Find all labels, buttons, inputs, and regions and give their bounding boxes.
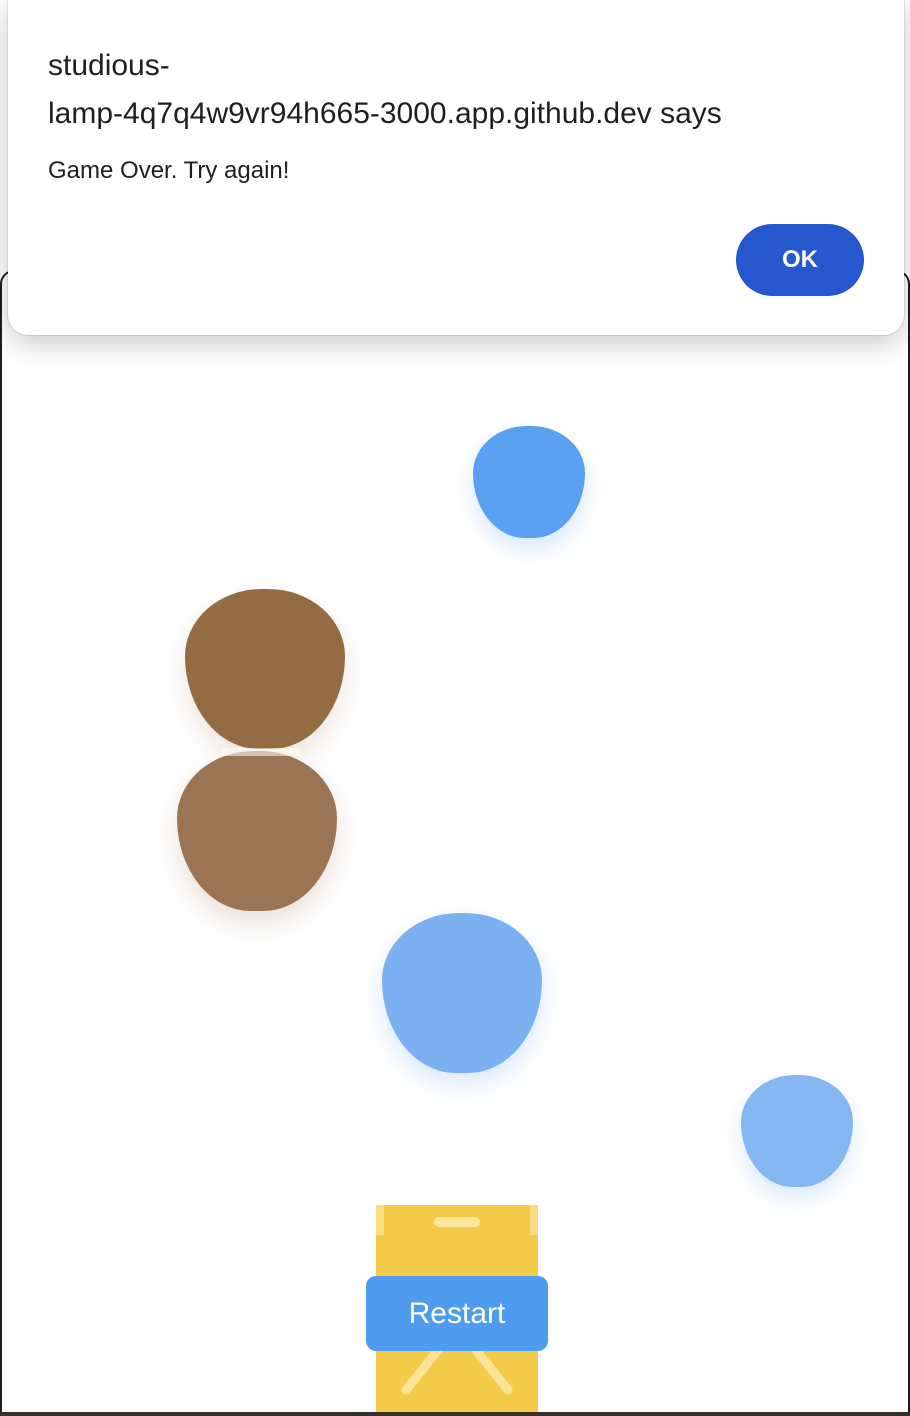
dialog-title: studious-lamp-4q7q4w9vr94h665-3000.app.g… (48, 49, 722, 130)
browser-viewport: Restart studious-lamp-4q7q4w9vr94h665-30… (0, 0, 910, 1416)
drop-highlight (222, 748, 302, 756)
dialog-message: Game Over. Try again! (48, 157, 290, 184)
restart-button[interactable]: Restart (366, 1276, 548, 1351)
bottom-edge (0, 1412, 910, 1416)
alert-dialog: studious-lamp-4q7q4w9vr94h665-3000.app.g… (8, 0, 904, 335)
ok-button[interactable]: OK (736, 224, 864, 296)
